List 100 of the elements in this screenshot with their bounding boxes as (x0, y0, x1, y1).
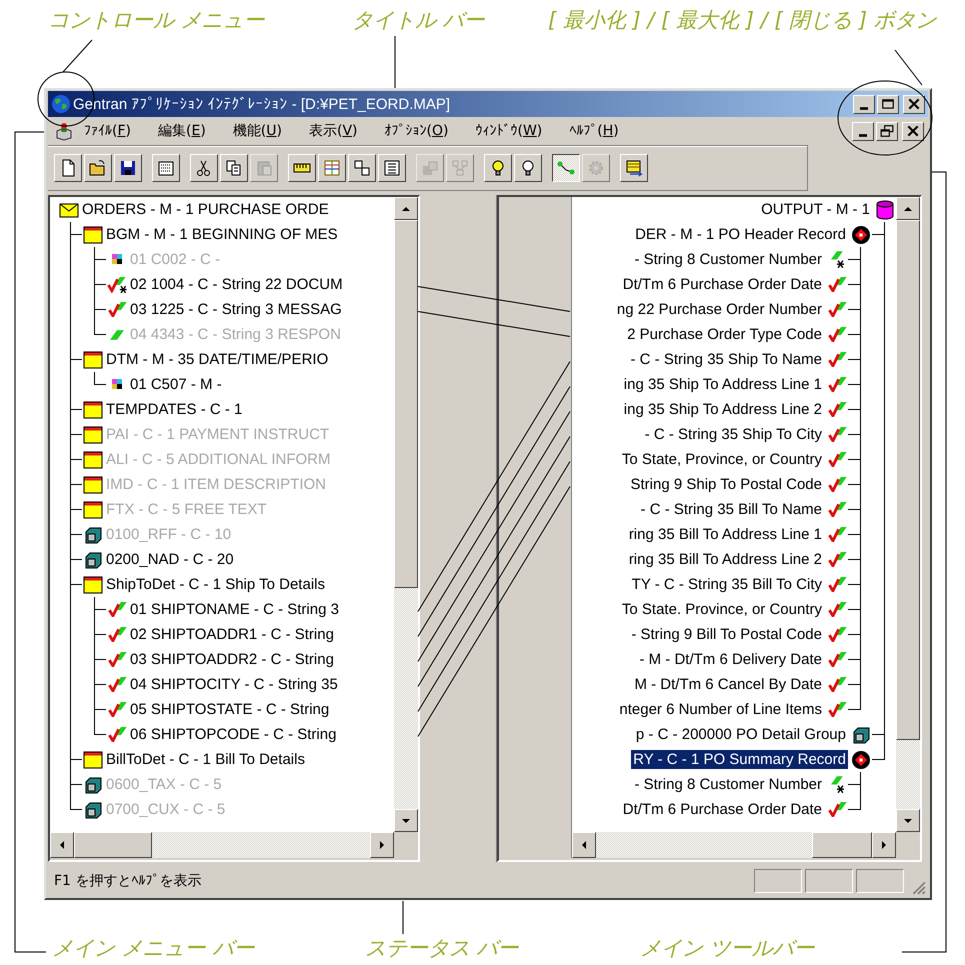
tree-item[interactable]: TY - C - String 35 Bill To City (630, 575, 824, 594)
tree-item[interactable]: - M - Dt/Tm 6 Delivery Date (637, 650, 824, 669)
tree-item[interactable]: 01 C507 - M - (128, 375, 224, 394)
menu-item[interactable]: ｳｨﾝﾄﾞｳ(W) (475, 123, 542, 139)
tree-item[interactable]: ORDERS - M - 1 PURCHASE ORDE (80, 200, 331, 219)
tree-item[interactable]: nteger 6 Number of Line Items (617, 700, 824, 719)
right-arrow-icon (879, 840, 889, 850)
restore-icon (880, 125, 894, 137)
scroll-thumb[interactable] (394, 220, 418, 588)
tree-item[interactable]: ing 35 Ship To Address Line 1 (622, 375, 824, 394)
open-button[interactable] (84, 154, 112, 182)
tree-item[interactable]: RY - C - 1 PO Summary Record (631, 750, 848, 769)
window-title: Gentran ｱﾌﾟﾘｹｰｼｮﾝ ｲﾝﾃｸﾞﾚｰｼｮﾝ - [D:¥PET_EORD.MAP] (73, 96, 450, 112)
tree-item[interactable]: 0200_NAD - C - 20 (104, 550, 236, 569)
tree-item[interactable]: 03 SHIPTOADDR2 - C - String (128, 650, 336, 669)
sort-button[interactable] (348, 154, 376, 182)
globe-icon[interactable] (51, 94, 71, 114)
tree-item[interactable]: BillToDet - C - 1 Bill To Details (104, 750, 307, 769)
tree-item[interactable]: To State. Province, or Country (620, 600, 824, 619)
tree-item[interactable]: 2 Purchase Order Type Code (625, 325, 824, 344)
scroll-left-button[interactable] (572, 832, 596, 858)
tree-item[interactable]: M - Dt/Tm 6 Cancel By Date (632, 675, 824, 694)
tree-item[interactable]: Dt/Tm 6 Purchase Order Date (620, 275, 824, 294)
minimize-icon (859, 134, 867, 136)
tree-item[interactable]: 01 SHIPTONAME - C - String 3 (128, 600, 341, 619)
tree-item[interactable]: 02 1004 - C - String 22 DOCUM (128, 275, 345, 294)
tree-item[interactable]: - String 8 Customer Number (632, 250, 824, 269)
tree-item[interactable]: 03 1225 - C - String 3 MESSAG (128, 300, 344, 319)
tree-item[interactable]: 06 SHIPTOPCODE - C - String (128, 725, 338, 744)
horizontal-scrollbar[interactable] (572, 832, 896, 858)
copy-button[interactable] (220, 154, 248, 182)
link-button[interactable] (552, 154, 580, 182)
bulb-button[interactable] (484, 154, 512, 182)
vertical-scrollbar[interactable] (896, 197, 920, 832)
ruler-button[interactable] (288, 154, 316, 182)
tree-item[interactable]: BGM - M - 1 BEGINNING OF MES (104, 225, 340, 244)
tree-item[interactable]: TEMPDATES - C - 1 (104, 400, 244, 419)
box-icon[interactable] (54, 121, 74, 141)
tree-item[interactable]: ing 35 Ship To Address Line 2 (622, 400, 824, 419)
tree-item[interactable]: ShipToDet - C - 1 Ship To Details (104, 575, 327, 594)
tree-item[interactable]: ring 35 Bill To Address Line 1 (626, 525, 824, 544)
scroll-thumb[interactable] (74, 832, 152, 858)
resize-grip-icon[interactable] (910, 879, 926, 895)
close-button[interactable] (903, 94, 925, 114)
tree-item[interactable]: - C - String 35 Bill To Name (638, 500, 824, 519)
new-file-button[interactable] (54, 154, 82, 182)
scroll-up-button[interactable] (896, 197, 920, 220)
list-button[interactable] (378, 154, 406, 182)
tree-item[interactable]: - String 9 Bill To Postal Code (629, 625, 824, 644)
save-button[interactable] (114, 154, 142, 182)
grid-button[interactable] (318, 154, 346, 182)
tree-item[interactable]: 04 SHIPTOCITY - C - String 35 (128, 675, 340, 694)
horizontal-scrollbar[interactable] (50, 832, 418, 858)
tree-item[interactable]: p - C - 200000 PO Detail Group (634, 725, 848, 744)
minimize-button[interactable] (853, 94, 875, 114)
tree-item[interactable]: ring 35 Bill To Address Line 2 (626, 550, 824, 569)
tree-item[interactable]: Dt/Tm 6 Purchase Order Date (620, 800, 824, 819)
layout-button[interactable] (152, 154, 180, 182)
tree-item[interactable]: 02 SHIPTOADDR1 - C - String (128, 625, 336, 644)
scroll-left-button[interactable] (50, 832, 74, 858)
check-field-icon (108, 302, 126, 317)
tree-item[interactable]: 05 SHIPTOSTATE - C - String (128, 700, 332, 719)
status-panel (754, 869, 802, 893)
callout-label: タイトル バー (352, 7, 486, 34)
tree-item[interactable]: - C - String 35 Ship To City (642, 425, 824, 444)
scroll-down-button[interactable] (394, 809, 418, 832)
restore-button[interactable] (876, 122, 898, 140)
maximize-button[interactable] (877, 94, 899, 114)
tree-item[interactable]: - C - String 35 Ship To Name (628, 350, 824, 369)
status-text: F1 を押すとﾍﾙﾌﾟを表示 (54, 872, 202, 890)
check-field-icon (828, 702, 846, 717)
minimize-button[interactable] (852, 122, 874, 140)
scroll-right-button[interactable] (872, 832, 896, 858)
menu-item[interactable]: ｵﾌﾟｼｮﾝ(O) (384, 123, 448, 139)
bulb-button[interactable] (514, 154, 542, 182)
scroll-right-button[interactable] (370, 832, 394, 858)
check-field-icon (828, 602, 846, 617)
tree-item[interactable]: DTM - M - 35 DATE/TIME/PERIO (104, 350, 330, 369)
key-field-icon (830, 251, 844, 268)
close-button[interactable] (902, 122, 924, 140)
menu-item[interactable]: ﾌｧｲﾙ(F) (84, 123, 131, 139)
tree-item[interactable]: ng 22 Purchase Order Number (614, 300, 824, 319)
scroll-thumb[interactable] (812, 832, 872, 858)
maximize-icon (881, 98, 895, 110)
tree-item[interactable]: OUTPUT - M - 1 (759, 200, 872, 219)
menu-item[interactable]: 編集(E) (158, 122, 206, 140)
scroll-up-button[interactable] (394, 197, 418, 220)
menu-item[interactable]: 機能(U) (232, 122, 282, 140)
tree-item[interactable]: String 9 Ship To Postal Code (628, 475, 824, 494)
tree-item[interactable]: DER - M - 1 PO Header Record (633, 225, 848, 244)
scroll-down-button[interactable] (896, 809, 920, 832)
tree-item[interactable]: To State, Province, or Country (620, 450, 824, 469)
vertical-scrollbar[interactable] (394, 197, 418, 832)
tree-item[interactable]: - String 8 Customer Number (632, 775, 824, 794)
leader-line (402, 900, 404, 934)
menu-item[interactable]: ﾍﾙﾌﾟ(H) (569, 123, 619, 139)
menu-item[interactable]: 表示(V) (308, 122, 358, 140)
cut-button[interactable] (190, 154, 218, 182)
export-button[interactable] (620, 154, 648, 182)
scroll-thumb[interactable] (896, 220, 920, 740)
